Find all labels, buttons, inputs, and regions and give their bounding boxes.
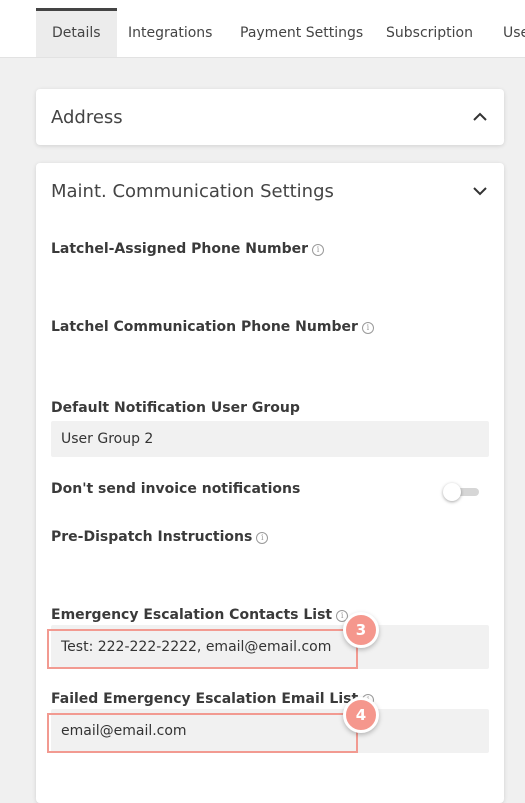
escalation-contacts-label: Emergency Escalation Contacts List i xyxy=(51,607,349,623)
address-card[interactable]: Address xyxy=(36,89,504,145)
step-badge-4: 4 xyxy=(343,697,379,733)
info-icon[interactable]: i xyxy=(256,532,269,544)
escalation-contacts-label-text: Emergency Escalation Contacts List xyxy=(51,607,333,623)
info-icon[interactable]: i xyxy=(311,244,324,256)
info-icon[interactable]: i xyxy=(361,322,374,334)
comm-phone-label: Latchel Communication Phone Number i xyxy=(51,319,374,335)
tab-payment-settings[interactable]: Payment Settings xyxy=(240,8,363,57)
tab-details[interactable]: Details xyxy=(36,8,117,57)
tab-bar: Details Integrations Payment Settings Su… xyxy=(0,0,525,58)
pre-dispatch-label-text: Pre-Dispatch Instructions xyxy=(51,529,253,545)
maint-communication-card: Maint. Communication Settings Latchel-As… xyxy=(36,163,504,803)
chevron-down-icon[interactable] xyxy=(472,186,488,196)
assigned-phone-label: Latchel-Assigned Phone Number i xyxy=(51,241,324,257)
pre-dispatch-label: Pre-Dispatch Instructions i xyxy=(51,529,269,545)
tab-subscription[interactable]: Subscription xyxy=(386,8,473,57)
tab-users[interactable]: Use xyxy=(503,8,525,57)
invoice-notifications-label: Don't send invoice notifications xyxy=(51,481,301,497)
failed-escalation-label-text: Failed Emergency Escalation Email List xyxy=(51,691,359,707)
maint-communication-title: Maint. Communication Settings xyxy=(51,181,334,202)
invoice-notifications-toggle[interactable] xyxy=(443,483,479,501)
chevron-up-icon[interactable] xyxy=(472,112,488,122)
failed-escalation-label: Failed Emergency Escalation Email Listi xyxy=(51,691,375,707)
step-badge-3: 3 xyxy=(343,612,379,648)
tab-integrations[interactable]: Integrations xyxy=(128,8,212,57)
user-group-label: Default Notification User Group xyxy=(51,400,300,416)
assigned-phone-label-text: Latchel-Assigned Phone Number xyxy=(51,241,308,257)
toggle-knob xyxy=(443,483,461,501)
user-group-select[interactable]: User Group 2 xyxy=(51,421,489,457)
highlight-box-failed-escalation xyxy=(47,713,358,753)
highlight-box-escalation-contacts xyxy=(47,629,358,669)
comm-phone-label-text: Latchel Communication Phone Number xyxy=(51,319,358,335)
address-title: Address xyxy=(51,107,123,128)
